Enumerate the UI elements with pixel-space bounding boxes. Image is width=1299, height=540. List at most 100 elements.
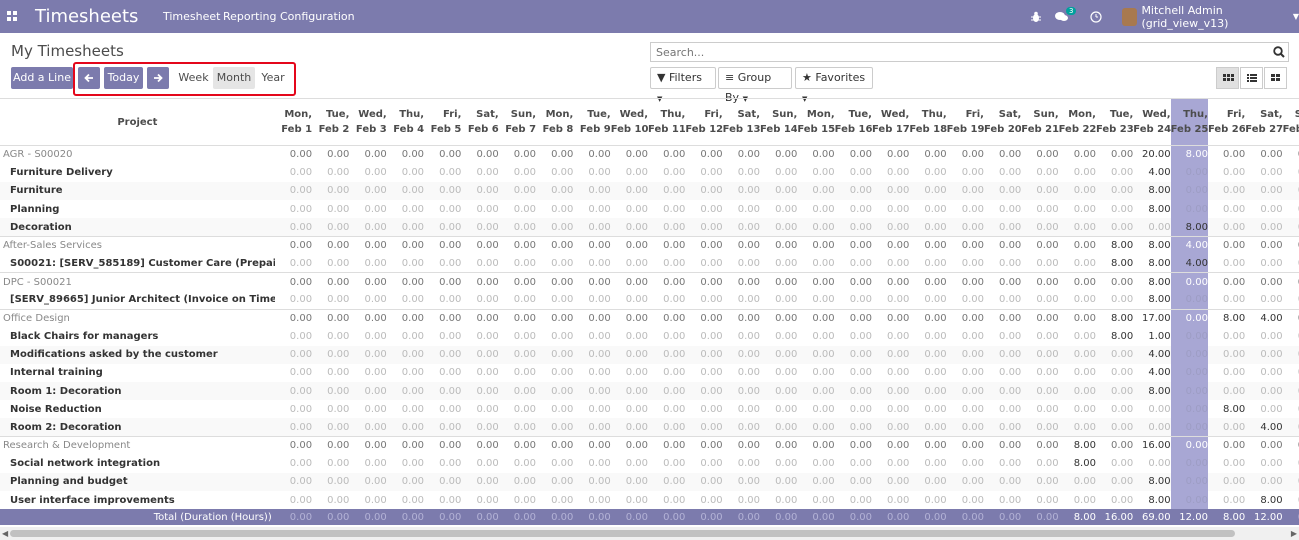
hours-cell[interactable]: 0.00 [723,291,760,309]
hours-cell[interactable]: 0.00 [1021,200,1058,218]
hours-cell[interactable]: 0.00 [1283,218,1299,236]
hours-cell[interactable]: 0.00 [947,418,984,436]
hours-cell[interactable]: 0.00 [1170,363,1208,382]
hours-cell[interactable]: 0.00 [984,418,1021,436]
hours-cell[interactable]: 0.00 [797,364,834,382]
hours-cell[interactable]: 0.00 [424,473,461,491]
hours-cell[interactable]: 0.00 [387,473,424,491]
hours-cell[interactable]: 0.00 [909,291,946,309]
hours-cell[interactable]: 0.00 [461,327,498,345]
hours-cell[interactable]: 0.00 [760,164,797,182]
hours-cell[interactable]: 0.00 [1059,418,1096,436]
hours-cell[interactable]: 0.00 [1021,291,1058,309]
hours-cell[interactable]: 0.00 [611,255,648,273]
hours-cell[interactable]: 8.00 [1133,382,1170,400]
hours-cell[interactable]: 0.00 [349,364,386,382]
hours-cell[interactable]: 0.00 [909,255,946,273]
hours-cell[interactable]: 0.00 [1059,346,1096,364]
hours-cell[interactable]: 0.00 [424,364,461,382]
hours-cell[interactable]: 0.00 [760,364,797,382]
hours-cell[interactable]: 0.00 [648,164,685,182]
list-view-button[interactable] [1240,67,1263,89]
hours-cell[interactable]: 0.00 [499,382,536,400]
hours-cell[interactable]: 0.00 [797,218,834,236]
hours-cell[interactable]: 0.00 [984,473,1021,491]
hours-cell[interactable]: 0.00 [1170,345,1208,364]
task-name[interactable]: Furniture Delivery [0,164,275,182]
hours-cell[interactable]: 0.00 [835,182,872,200]
hours-cell[interactable]: 0.00 [1208,327,1245,345]
hours-cell[interactable]: 0.00 [872,473,909,491]
hours-cell[interactable]: 0.00 [573,164,610,182]
hours-cell[interactable]: 0.00 [424,255,461,273]
hours-cell[interactable]: 0.00 [648,382,685,400]
hours-cell[interactable]: 0.00 [1096,382,1133,400]
hours-cell[interactable]: 0.00 [984,182,1021,200]
hours-cell[interactable]: 0.00 [723,418,760,436]
hours-cell[interactable]: 8.00 [1170,218,1208,237]
hours-cell[interactable]: 0.00 [872,364,909,382]
hours-cell[interactable]: 0.00 [1208,255,1245,273]
hours-cell[interactable]: 0.00 [424,164,461,182]
hours-cell[interactable]: 0.00 [947,218,984,236]
hours-cell[interactable]: 0.00 [611,491,648,509]
hours-cell[interactable]: 0.00 [1096,346,1133,364]
hours-cell[interactable]: 0.00 [1245,327,1282,345]
hours-cell[interactable]: 0.00 [275,382,312,400]
hours-cell[interactable]: 0.00 [1208,291,1245,309]
hours-cell[interactable]: 0.00 [909,182,946,200]
hours-cell[interactable]: 0.00 [685,418,722,436]
hours-cell[interactable]: 0.00 [461,255,498,273]
hours-cell[interactable]: 0.00 [1059,491,1096,509]
hours-cell[interactable]: 0.00 [1021,400,1058,418]
next-arrow-button[interactable] [147,67,169,89]
hours-cell[interactable]: 0.00 [797,291,834,309]
hours-cell[interactable]: 0.00 [760,400,797,418]
hours-cell[interactable]: 0.00 [909,473,946,491]
hours-cell[interactable]: 0.00 [387,291,424,309]
hours-cell[interactable]: 8.00 [1096,255,1133,273]
hours-cell[interactable]: 0.00 [536,364,573,382]
hours-cell[interactable]: 0.00 [835,255,872,273]
hours-cell[interactable]: 0.00 [387,418,424,436]
hours-cell[interactable]: 0.00 [1059,400,1096,418]
hours-cell[interactable]: 0.00 [461,364,498,382]
hours-cell[interactable]: 0.00 [536,473,573,491]
hours-cell[interactable]: 0.00 [723,200,760,218]
hours-cell[interactable]: 0.00 [723,327,760,345]
hours-cell[interactable]: 0.00 [1283,382,1299,400]
hours-cell[interactable]: 0.00 [685,255,722,273]
hours-cell[interactable]: 0.00 [1208,164,1245,182]
task-name[interactable]: Modifications asked by the customer [0,346,275,364]
hours-cell[interactable]: 0.00 [723,218,760,236]
hours-cell[interactable]: 0.00 [536,327,573,345]
hours-cell[interactable]: 0.00 [536,182,573,200]
hours-cell[interactable]: 0.00 [611,455,648,473]
hours-cell[interactable]: 0.00 [1021,346,1058,364]
hours-cell[interactable]: 0.00 [1059,255,1096,273]
hours-cell[interactable]: 4.00 [1170,254,1208,273]
hours-cell[interactable]: 0.00 [1021,473,1058,491]
hours-cell[interactable]: 0.00 [872,182,909,200]
hours-cell[interactable]: 0.00 [835,382,872,400]
hours-cell[interactable]: 0.00 [947,200,984,218]
hours-cell[interactable]: 0.00 [984,255,1021,273]
hours-cell[interactable]: 0.00 [349,382,386,400]
hours-cell[interactable]: 0.00 [1208,382,1245,400]
hours-cell[interactable]: 0.00 [573,473,610,491]
hours-cell[interactable]: 0.00 [461,164,498,182]
hours-cell[interactable]: 0.00 [499,200,536,218]
hours-cell[interactable]: 0.00 [312,491,349,509]
horizontal-scrollbar[interactable]: ◀ ▶ [0,527,1299,540]
hours-cell[interactable]: 0.00 [648,364,685,382]
hours-cell[interactable]: 0.00 [1059,327,1096,345]
hours-cell[interactable]: 0.00 [424,218,461,236]
hours-cell[interactable]: 0.00 [835,473,872,491]
task-name[interactable]: Internal training [0,364,275,382]
hours-cell[interactable]: 0.00 [1283,473,1299,491]
hours-cell[interactable]: 0.00 [349,346,386,364]
hours-cell[interactable]: 0.00 [984,400,1021,418]
hours-cell[interactable]: 0.00 [611,164,648,182]
hours-cell[interactable]: 0.00 [947,455,984,473]
hours-cell[interactable]: 0.00 [947,491,984,509]
